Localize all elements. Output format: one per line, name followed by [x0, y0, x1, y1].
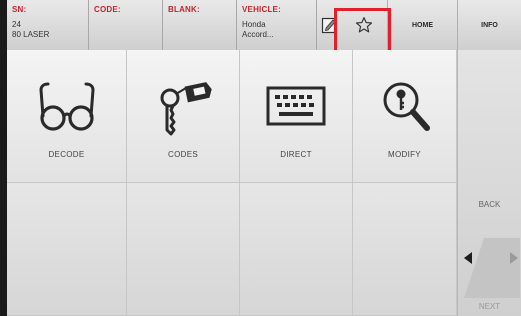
magnifier-key-icon	[383, 82, 430, 131]
vehicle-value: Honda Accord...	[242, 20, 274, 40]
vehicle-value-line1: Honda	[242, 20, 266, 29]
screen: SN: 24 80 LASER CODE: BLANK: VEHICLE: Ho…	[7, 0, 521, 316]
code-label: CODE:	[94, 5, 121, 14]
tile-direct[interactable]: DIRECT	[240, 50, 353, 183]
tile-decode-label: DECODE	[48, 150, 85, 159]
sn-value-line1: 24	[12, 20, 21, 29]
sn-value: 24 80 LASER	[12, 20, 49, 40]
tile-empty-2	[127, 183, 240, 316]
pager-arrows	[464, 238, 520, 298]
tile-empty-3	[240, 183, 353, 316]
code-field: CODE:	[89, 0, 163, 50]
sn-label: SN:	[12, 5, 27, 14]
info-button[interactable]: INFO	[457, 0, 521, 50]
tile-empty-1	[7, 183, 127, 316]
tile-direct-label: DIRECT	[280, 150, 312, 159]
tile-codes[interactable]: CODES	[127, 50, 240, 183]
arrow-left-icon	[464, 252, 472, 264]
tile-empty-4	[353, 183, 457, 316]
vehicle-field: VEHICLE: Honda Accord...	[237, 0, 317, 50]
side-navigation: BACK NEXT	[457, 50, 521, 316]
tile-codes-label: CODES	[168, 150, 198, 159]
header-bar: SN: 24 80 LASER CODE: BLANK: VEHICLE: Ho…	[7, 0, 521, 51]
edit-button[interactable]	[317, 0, 341, 50]
blank-field: BLANK:	[163, 0, 237, 50]
sn-value-line2: 80 LASER	[12, 30, 50, 39]
keyboard-icon	[266, 86, 326, 126]
next-button[interactable]: NEXT	[458, 302, 521, 311]
vehicle-label: VEHICLE:	[242, 5, 281, 14]
favorite-button[interactable]	[341, 0, 387, 50]
vehicle-value-line2: Accord...	[242, 30, 274, 39]
edit-icon	[321, 17, 336, 34]
key-tag-icon	[160, 82, 212, 136]
home-button[interactable]: HOME	[387, 0, 457, 50]
function-grid: DECODE CODES DIRECT MODIFY	[7, 50, 457, 316]
tile-modify-label: MODIFY	[388, 150, 421, 159]
sn-field: SN: 24 80 LASER	[7, 0, 89, 50]
glasses-icon	[38, 82, 95, 131]
blank-label: BLANK:	[168, 5, 200, 14]
back-button[interactable]: BACK	[458, 200, 521, 209]
tile-modify[interactable]: MODIFY	[353, 50, 457, 183]
tile-decode[interactable]: DECODE	[7, 50, 127, 183]
star-icon	[355, 17, 373, 33]
